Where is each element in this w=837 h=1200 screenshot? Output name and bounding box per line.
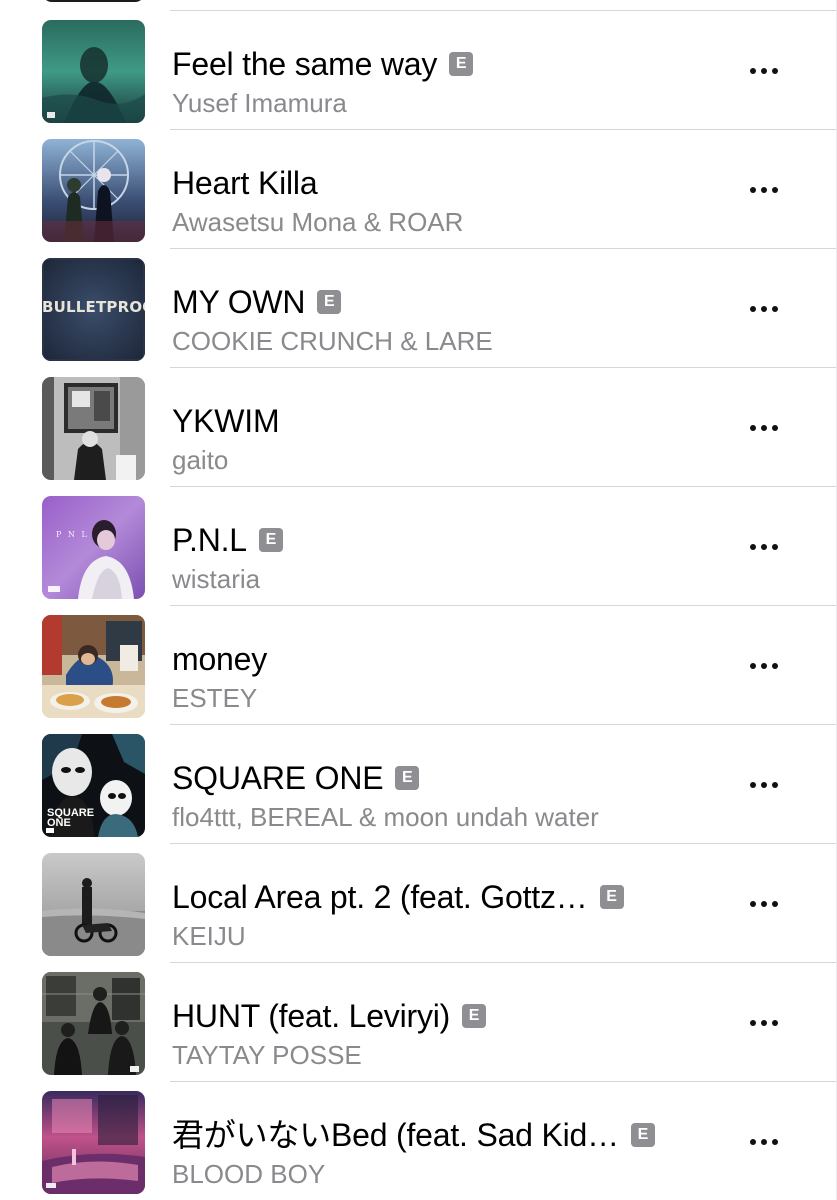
explicit-badge: E xyxy=(258,528,283,552)
song-artist: ESTEY xyxy=(172,683,258,713)
album-artwork xyxy=(42,139,145,242)
previous-artwork-edge xyxy=(42,0,145,2)
explicit-badge: E xyxy=(599,885,624,909)
artwork-text: P N L xyxy=(56,530,89,539)
song-artist: Yusef Imamura xyxy=(172,88,347,118)
ellipsis-icon xyxy=(750,1139,756,1145)
song-title: SQUARE ONE xyxy=(172,760,384,796)
explicit-badge: E xyxy=(317,290,342,314)
song-title: P.N.L xyxy=(172,522,247,558)
song-row[interactable]: 君がいないBed (feat. Sad Kid… E BLOOD BOY xyxy=(0,1082,837,1200)
explicit-badge: E xyxy=(462,1004,487,1028)
song-title: HUNT (feat. Leviryi) xyxy=(172,998,451,1034)
more-options-button[interactable] xyxy=(740,170,788,210)
song-title: Heart Killa xyxy=(172,165,318,201)
more-options-button[interactable] xyxy=(740,51,788,91)
song-row[interactable]: HUNT (feat. Leviryi) E TAYTAY POSSE xyxy=(0,963,837,1082)
explicit-badge: E xyxy=(630,1123,655,1147)
artwork-text: SQUARE ONE xyxy=(47,807,95,829)
ellipsis-icon xyxy=(750,1020,756,1026)
song-title: MY OWN xyxy=(172,284,306,320)
album-artwork xyxy=(42,20,145,123)
more-options-button[interactable] xyxy=(740,527,788,567)
album-artwork: SQUARE ONE xyxy=(42,734,145,837)
ellipsis-icon xyxy=(750,68,756,74)
ellipsis-icon xyxy=(750,663,756,669)
song-row[interactable]: money ESTEY xyxy=(0,606,837,725)
album-artwork xyxy=(42,853,145,956)
more-options-button[interactable] xyxy=(740,408,788,448)
more-options-button[interactable] xyxy=(740,646,788,686)
song-artist: flo4ttt, BEREAL & moon undah water xyxy=(172,802,599,832)
song-row[interactable]: SQUARE ONE SQUARE ONE E flo4ttt, BEREAL … xyxy=(0,725,837,844)
ellipsis-icon xyxy=(750,901,756,907)
song-title: money xyxy=(172,641,268,677)
artwork-text: BULLETPROOF xyxy=(42,298,145,316)
ellipsis-icon xyxy=(750,306,756,312)
song-title: Feel the same way xyxy=(172,46,438,82)
album-artwork xyxy=(42,972,145,1075)
explicit-badge: E xyxy=(449,52,474,76)
album-artwork: P N L xyxy=(42,496,145,599)
song-title: Local Area pt. 2 (feat. Gottz… xyxy=(172,879,588,915)
song-row[interactable]: Feel the same way E Yusef Imamura xyxy=(0,11,837,130)
more-options-button[interactable] xyxy=(740,1003,788,1043)
ellipsis-icon xyxy=(750,544,756,550)
song-title: 君がいないBed (feat. Sad Kid… xyxy=(172,1117,619,1153)
song-artist: KEIJU xyxy=(172,921,246,951)
song-artist: gaito xyxy=(172,445,229,475)
album-artwork xyxy=(42,1091,145,1194)
song-artist: wistaria xyxy=(172,564,261,594)
song-row[interactable]: P N L P.N.L E wistaria xyxy=(0,487,837,606)
song-row[interactable]: YKWIM gaito xyxy=(0,368,837,487)
ellipsis-icon xyxy=(750,782,756,788)
song-row[interactable]: Local Area pt. 2 (feat. Gottz… E KEIJU xyxy=(0,844,837,963)
song-artist: Awasetsu Mona & ROAR xyxy=(172,207,464,237)
album-artwork xyxy=(42,377,145,480)
more-options-button[interactable] xyxy=(740,1122,788,1162)
song-artist: BLOOD BOY xyxy=(172,1159,326,1189)
album-artwork: BULLETPROOF xyxy=(42,258,145,361)
song-row[interactable]: BULLETPROOF MY OWN E COOKIE CRUNCH & LAR… xyxy=(0,249,837,368)
song-artist: COOKIE CRUNCH & LARE xyxy=(172,326,493,356)
song-list: Feel the same way E Yusef Imamura Heart … xyxy=(0,0,837,1200)
song-title: YKWIM xyxy=(172,403,280,439)
more-options-button[interactable] xyxy=(740,765,788,805)
song-artist: TAYTAY POSSE xyxy=(172,1040,362,1070)
album-artwork xyxy=(42,615,145,718)
ellipsis-icon xyxy=(750,187,756,193)
ellipsis-icon xyxy=(750,425,756,431)
explicit-badge: E xyxy=(395,766,420,790)
more-options-button[interactable] xyxy=(740,289,788,329)
song-row[interactable]: Heart Killa Awasetsu Mona & ROAR xyxy=(0,130,837,249)
more-options-button[interactable] xyxy=(740,884,788,924)
